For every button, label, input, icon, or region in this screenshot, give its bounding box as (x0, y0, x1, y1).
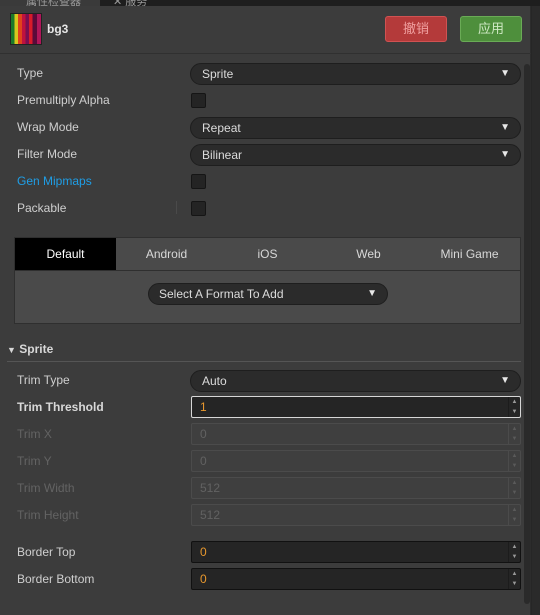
tab-web[interactable]: Web (318, 238, 419, 270)
packable-label: Packable (17, 201, 67, 215)
filter-mode-select[interactable]: Bilinear ▼ (190, 144, 521, 166)
wrap-mode-value: Repeat (202, 121, 241, 135)
trim-x-stepper: ▲ ▼ (508, 424, 520, 444)
chevron-down-icon: ▼ (500, 122, 510, 133)
premultiply-alpha-label: Premultiply Alpha (17, 93, 110, 107)
apply-button[interactable]: 应用 (460, 16, 522, 42)
spin-down-icon: ▼ (511, 490, 518, 496)
trim-type-select[interactable]: Auto ▼ (190, 370, 521, 392)
trim-x-input: 0 ▲ ▼ (191, 423, 521, 445)
trim-y-label: Trim Y (17, 454, 52, 468)
premultiply-alpha-checkbox[interactable] (191, 93, 206, 108)
sprite-section-header[interactable]: ▼ Sprite (7, 342, 53, 356)
asset-name: bg3 (47, 22, 69, 36)
chevron-down-icon: ▼ (367, 288, 377, 299)
trim-height-label: Trim Height (17, 508, 79, 522)
spin-up-icon[interactable]: ▲ (509, 542, 520, 552)
trim-y-input: 0 ▲ ▼ (191, 450, 521, 472)
trim-y-stepper: ▲ ▼ (508, 451, 520, 471)
spin-up-icon[interactable]: ▲ (509, 569, 520, 579)
spin-up-icon[interactable]: ▲ (509, 397, 520, 407)
filter-mode-label: Filter Mode (17, 147, 78, 161)
trim-height-value: 512 (200, 508, 221, 522)
border-top-value: 0 (200, 545, 207, 559)
filter-mode-value: Bilinear (202, 148, 243, 162)
spin-down-icon: ▼ (511, 436, 518, 442)
spin-down-icon: ▼ (511, 463, 518, 469)
gen-mipmaps-label[interactable]: Gen Mipmaps (17, 174, 92, 188)
tab-android[interactable]: Android (116, 238, 217, 270)
gen-mipmaps-checkbox[interactable] (191, 174, 206, 189)
revert-button[interactable]: 撤销 (385, 16, 447, 42)
chevron-down-icon: ▼ (500, 375, 510, 386)
wrap-mode-label: Wrap Mode (17, 120, 79, 134)
label-divider (176, 201, 177, 214)
trim-width-stepper: ▲ ▼ (508, 478, 520, 498)
spin-up-icon: ▲ (511, 426, 518, 432)
trim-width-label: Trim Width (17, 481, 75, 495)
spin-down-icon[interactable]: ▼ (509, 552, 520, 562)
wrap-mode-select[interactable]: Repeat ▼ (190, 117, 521, 139)
border-top-stepper[interactable]: ▲ ▼ (508, 542, 520, 562)
asset-header (0, 6, 531, 54)
border-bottom-value: 0 (200, 572, 207, 586)
trim-y-value: 0 (200, 454, 207, 468)
border-bottom-input[interactable]: 0 ▲ ▼ (191, 568, 521, 590)
border-bottom-stepper[interactable]: ▲ ▼ (508, 569, 520, 589)
spin-up-icon: ▲ (511, 507, 518, 513)
trim-width-value: 512 (200, 481, 221, 495)
trim-x-value: 0 (200, 427, 207, 441)
section-divider (7, 361, 521, 362)
trim-threshold-label: Trim Threshold (17, 400, 104, 414)
trim-height-input: 512 ▲ ▼ (191, 504, 521, 526)
trim-threshold-value: 1 (200, 400, 207, 414)
chevron-down-icon: ▼ (500, 68, 510, 79)
trim-threshold-stepper[interactable]: ▲ ▼ (508, 397, 520, 417)
trim-width-input: 512 ▲ ▼ (191, 477, 521, 499)
chevron-down-icon: ▼ (500, 149, 510, 160)
platform-tabs: Default Android iOS Web Mini Game (14, 237, 521, 271)
spin-up-icon: ▲ (511, 480, 518, 486)
asset-thumbnail (10, 13, 42, 45)
border-top-label: Border Top (17, 545, 76, 559)
type-label: Type (17, 66, 44, 80)
tab-default[interactable]: Default (15, 238, 116, 270)
border-top-input[interactable]: 0 ▲ ▼ (191, 541, 521, 563)
spin-down-icon: ▼ (511, 517, 518, 523)
type-select[interactable]: Sprite ▼ (190, 63, 521, 85)
border-bottom-label: Border Bottom (17, 572, 95, 586)
type-select-value: Sprite (202, 67, 234, 81)
trim-height-stepper: ▲ ▼ (508, 505, 520, 525)
trim-x-label: Trim X (17, 427, 52, 441)
trim-type-label: Trim Type (17, 373, 70, 387)
tab-ios[interactable]: iOS (217, 238, 318, 270)
sprite-section-title: Sprite (19, 342, 54, 356)
trim-threshold-input[interactable]: 1 ▲ ▼ (191, 396, 521, 418)
adjacent-panel-edge (532, 6, 540, 615)
format-select-placeholder: Select A Format To Add (159, 287, 284, 301)
spin-down-icon[interactable]: ▼ (509, 579, 520, 589)
packable-checkbox[interactable] (191, 201, 206, 216)
tab-mini-game[interactable]: Mini Game (419, 238, 520, 270)
trim-type-value: Auto (202, 374, 227, 388)
triangle-down-icon: ▼ (7, 345, 16, 355)
inspector-scrollbar[interactable] (524, 64, 530, 604)
spin-down-icon[interactable]: ▼ (509, 407, 520, 417)
spin-up-icon: ▲ (511, 453, 518, 459)
format-select[interactable]: Select A Format To Add ▼ (148, 283, 388, 305)
